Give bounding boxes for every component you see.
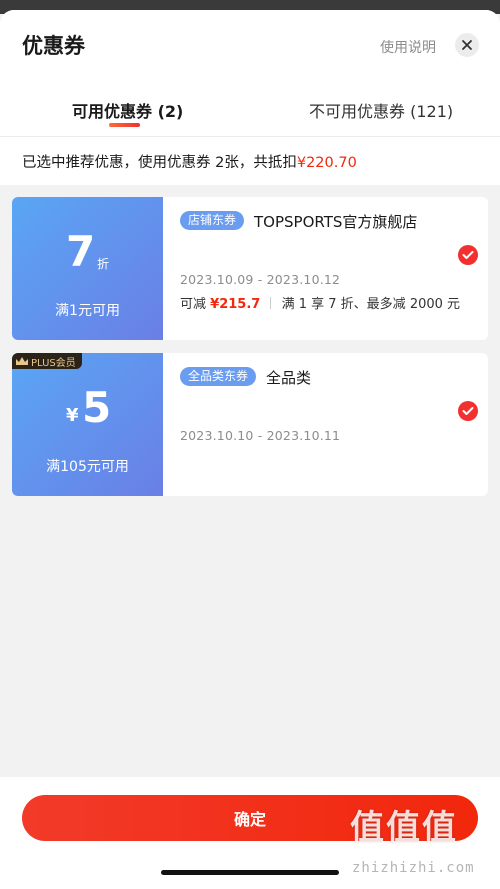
coupon-info: 全品类东券 全品类 2023.10.10 - 2023.10.11 — [163, 353, 488, 496]
site-watermark: 值值值 zhizhizhi.com — [350, 800, 500, 889]
coupon-card[interactable]: PLUS会员 ¥ 5 满105元可用 全品类东券 全品类 2023.10.10 … — [12, 353, 488, 496]
coupon-value-panel: 7 折 满1元可用 — [12, 197, 163, 340]
coupon-shop-name: TOPSPORTS官方旗舰店 — [254, 213, 418, 231]
check-icon — [462, 407, 474, 415]
coupon-save-label: 可减 — [180, 297, 207, 312]
selection-summary: 已选中推荐优惠，使用优惠券 2张，共抵扣¥220.70 — [0, 137, 500, 185]
check-icon — [462, 251, 474, 259]
coupon-currency: ¥ — [66, 405, 79, 426]
coupon-save-amount: ¥215.7 — [210, 297, 261, 312]
coupon-select-checkbox[interactable] — [458, 245, 478, 265]
coupon-validity: 2023.10.10 - 2023.10.11 — [180, 428, 341, 443]
summary-label: 已选中推荐优惠，使用优惠券 2张，共抵扣 — [22, 155, 297, 171]
coupon-discount-unit: 折 — [97, 257, 110, 271]
coupon-shop-name: 全品类 — [266, 369, 312, 387]
home-indicator — [161, 870, 339, 875]
coupon-value-panel: PLUS会员 ¥ 5 满105元可用 — [12, 353, 163, 496]
summary-amount: ¥220.70 — [296, 155, 357, 171]
watermark-logo: 值值值 — [350, 808, 458, 848]
coupon-rule: 满 1 享 7 折、最多减 2000 元 — [281, 297, 461, 312]
close-icon — [462, 40, 472, 50]
tab-available[interactable]: 可用优惠券 (2) — [72, 98, 183, 122]
close-button[interactable] — [455, 33, 479, 57]
tab-active-indicator — [109, 123, 140, 127]
crown-icon — [16, 357, 28, 365]
coupon-discount: 7 — [66, 227, 96, 276]
watermark-url: zhizhizhi.com — [352, 860, 475, 876]
coupon-info: 店铺东券 TOPSPORTS官方旗舰店 2023.10.09 - 2023.10… — [163, 197, 488, 340]
plus-badge-label: PLUS会员 — [31, 357, 76, 369]
coupon-sheet: 优惠券 使用说明 可用优惠券 (2) 不可用优惠券 (121) 已选中推荐优惠，… — [0, 10, 500, 889]
summary-text: 已选中推荐优惠，使用优惠券 2张，共抵扣¥220.70 — [22, 151, 357, 172]
coupon-amount: 5 — [82, 383, 112, 432]
coupon-type-tag: 店铺东券 — [180, 211, 245, 230]
coupon-type-tag: 全品类东券 — [180, 367, 257, 386]
coupon-detail: 可减 ¥215.7 满 1 享 7 折、最多减 2000 元 — [180, 293, 460, 312]
tab-unavailable[interactable]: 不可用优惠券 (121) — [309, 98, 453, 122]
sheet-header: 优惠券 使用说明 可用优惠券 (2) 不可用优惠券 (121) — [0, 10, 500, 137]
page-title: 优惠券 — [22, 34, 85, 58]
coupon-condition: 满1元可用 — [55, 303, 120, 319]
coupon-validity: 2023.10.09 - 2023.10.12 — [180, 272, 341, 287]
usage-help-link[interactable]: 使用说明 — [380, 37, 436, 57]
coupon-card[interactable]: 7 折 满1元可用 店铺东券 TOPSPORTS官方旗舰店 2023.10.09… — [12, 197, 488, 340]
coupon-select-checkbox[interactable] — [458, 401, 478, 421]
coupon-condition: 满105元可用 — [46, 459, 129, 475]
plus-member-badge: PLUS会员 — [12, 353, 82, 369]
divider — [270, 297, 272, 309]
